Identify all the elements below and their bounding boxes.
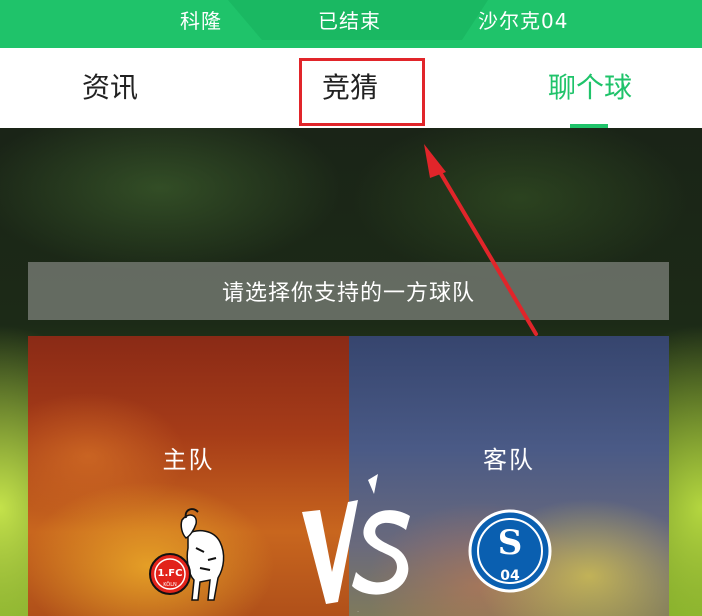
tab-news[interactable]: 资讯 [82,70,138,106]
away-label: 客队 [483,446,535,474]
koln-goat-crest-icon: 1.FC KÖLN [149,508,225,601]
match-status: 已结束 [318,9,381,33]
tab-chat[interactable]: 聊个球 [548,70,632,106]
away-crest-letter: S [498,523,523,563]
tab-bar: 资讯 竞猜 聊个球 [0,48,702,128]
match-header: 科隆 已结束 沙尔克04 [0,0,702,48]
home-crest-text: 1.FC [158,568,183,579]
vs-text: VS [357,611,359,613]
home-crest-subtext: KÖLN [163,581,177,588]
home-team-name: 科隆 [180,9,222,33]
team-select-prompt: 请选择你支持的一方球队 [28,262,669,320]
schalke-crest-icon: S 04 [468,509,552,593]
tab-guess[interactable]: 竞猜 [322,70,378,106]
home-label: 主队 [162,446,215,474]
away-crest-number: 04 [500,568,520,584]
vs-brush-icon: VS [302,474,410,613]
away-team-name: 沙尔克04 [478,9,569,33]
prompt-text: 请选择你支持的一方球队 [221,281,475,306]
